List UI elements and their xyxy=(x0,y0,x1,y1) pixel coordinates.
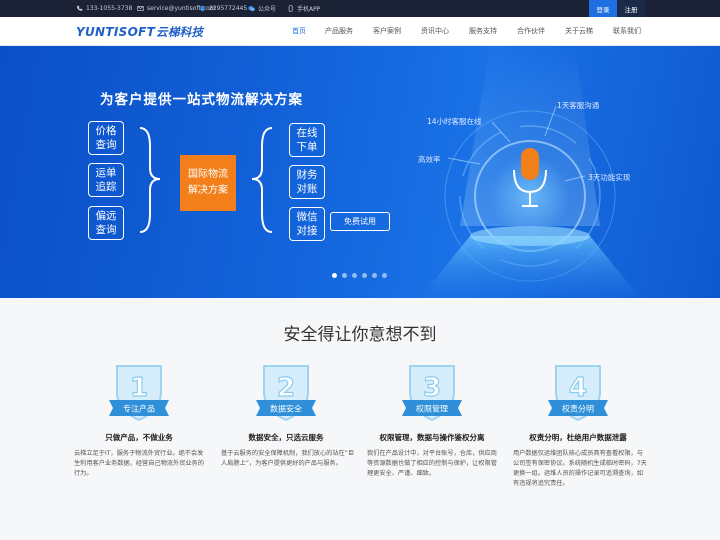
pill-finance-reconcile[interactable]: 财务 对账 xyxy=(289,165,325,199)
nav-home[interactable]: 首页 xyxy=(292,26,306,36)
phone-text: 133-1055-3738 xyxy=(86,5,133,12)
feature-heading: 数据安全，只选云服务 xyxy=(248,433,324,442)
feature-description: 云梯立足于IT，服务于物流外贸行业。绝不会发生利用客户业务数据，经营自己物流外贸… xyxy=(74,450,204,477)
qq-icon xyxy=(200,5,205,12)
pill-waybill-tracking[interactable]: 运单 追踪 xyxy=(88,163,124,197)
badge-number: 1 xyxy=(130,373,148,403)
carousel-dot[interactable] xyxy=(382,273,387,278)
mobile-text: 手机APP xyxy=(297,6,321,13)
banner-title: 为客户提供一站式物流解决方案 xyxy=(100,92,303,108)
top-bar: 133-1055-3738 service@yuntisoft.com 2295… xyxy=(0,0,720,17)
phone-info: 133-1055-3738 xyxy=(76,0,132,17)
nav-partners[interactable]: 合作伙伴 xyxy=(517,26,545,36)
nav-support[interactable]: 服务支持 xyxy=(469,26,497,36)
shield-badge-icon: 3 权限管理 xyxy=(402,365,462,422)
pill-text: 价格 查询 xyxy=(95,124,117,151)
label-14h: 14小时客服在线 xyxy=(427,117,482,126)
mobile-app-info[interactable]: 手机APP xyxy=(287,0,320,17)
shield-badge-icon: 2 数据安全 xyxy=(256,365,316,422)
mobile-icon xyxy=(288,5,293,12)
feature-heading: 权限管理，数据与操作鉴权分离 xyxy=(379,433,485,442)
feature-description: 我们在产品设计中，对平台账号，仓库，供应商等资源数据也做了相应的控制与保护，让权… xyxy=(367,450,497,477)
pill-text: 微信 对接 xyxy=(296,210,318,237)
label-efficiency: 高效率 xyxy=(418,155,441,164)
badge-label: 权责分明 xyxy=(562,404,594,414)
pill-text: 财务 对账 xyxy=(296,168,318,195)
badge-number: 3 xyxy=(423,373,441,403)
carousel-dots xyxy=(332,273,387,278)
pill-online-order[interactable]: 在线 下单 xyxy=(289,123,325,157)
center-solution-box: 国际物流 解决方案 xyxy=(180,155,236,211)
badge-label: 专注产品 xyxy=(123,404,155,414)
pill-text: 运单 追踪 xyxy=(95,166,117,193)
main-navbar: YUNTISOFT 云梯科技 首页 产品服务 客户案例 资讯中心 服务支持 合作伙… xyxy=(0,17,720,46)
pill-text: 在线 下单 xyxy=(296,126,318,153)
label-3day: 3天功能实现 xyxy=(588,173,631,182)
feature-description: 基于云服务的安全保障机制，我们放心的站在“巨人肩膀上”，为客户提供更好的产品与服… xyxy=(221,450,355,467)
carousel-dot[interactable] xyxy=(342,273,347,278)
badge-label: 数据安全 xyxy=(270,404,302,414)
carousel-dot[interactable] xyxy=(332,273,337,278)
shield-badge-icon: 4 权责分明 xyxy=(548,365,608,422)
qq-info[interactable]: 2295772445 xyxy=(199,0,247,17)
wechat-text: 公众号 xyxy=(258,6,277,13)
feature-heading: 权责分明，杜绝用户数据泄露 xyxy=(529,433,627,442)
center-text: 国际物流 解决方案 xyxy=(188,169,228,196)
pill-text: 偏远 查询 xyxy=(95,209,117,236)
nav-menu: 首页 产品服务 客户案例 资讯中心 服务支持 合作伙伴 关于云梯 联系我们 xyxy=(0,17,720,46)
qq-text: 2295772445 xyxy=(209,5,248,12)
carousel-dot[interactable] xyxy=(362,273,367,278)
nav-news[interactable]: 资讯中心 xyxy=(421,26,449,36)
carousel-dot[interactable] xyxy=(352,273,357,278)
nav-contact[interactable]: 联系我们 xyxy=(613,26,641,36)
register-button[interactable]: 注册 xyxy=(617,0,645,17)
pill-wechat-connect[interactable]: 微信 对接 xyxy=(289,207,325,241)
hero-banner: 为客户提供一站式物流解决方案 价格 查询 运单 追踪 偏远 查询 国际物流 解决… xyxy=(0,46,720,298)
nav-products[interactable]: 产品服务 xyxy=(325,26,353,36)
nav-cases[interactable]: 客户案例 xyxy=(373,26,401,36)
mail-icon xyxy=(137,6,144,11)
wechat-info[interactable]: 公众号 xyxy=(248,0,276,17)
pill-remote-query[interactable]: 偏远 查询 xyxy=(88,206,124,240)
label-1day: 1天客服沟通 xyxy=(557,101,600,110)
nav-about[interactable]: 关于云梯 xyxy=(565,26,593,36)
badge-number: 2 xyxy=(277,373,295,403)
badge-label: 权限管理 xyxy=(416,404,448,414)
carousel-dot[interactable] xyxy=(372,273,377,278)
login-button[interactable]: 登录 xyxy=(589,0,617,17)
free-trial-button[interactable]: 免费试用 xyxy=(330,212,390,231)
section-title: 安全得让你意想不到 xyxy=(283,325,437,345)
feature-heading: 只做产品，不做业务 xyxy=(105,433,173,442)
badge-number: 4 xyxy=(569,373,587,403)
feature-description: 用户数据仅运维团队核心成员具有查看权限，与公司签有保密协议。系统随机生成临时密码… xyxy=(513,450,647,487)
wechat-icon xyxy=(248,6,255,11)
pill-price-query[interactable]: 价格 查询 xyxy=(88,121,124,155)
phone-icon xyxy=(77,5,83,11)
shield-badge-icon: 1 专注产品 xyxy=(109,365,169,422)
